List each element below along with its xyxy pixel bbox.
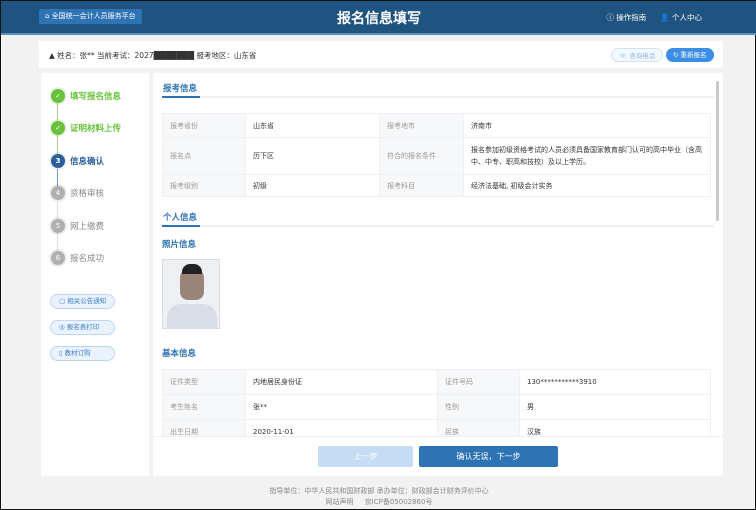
- notice-label: 相关公告通知: [67, 297, 107, 305]
- step-payment: 5 网上缴费: [51, 219, 104, 233]
- personal-info-title: 个人信息: [163, 213, 198, 223]
- cell-label: 报考科目: [379, 174, 464, 197]
- cell-label: 报考级别: [162, 174, 246, 197]
- step-review: 4 资格审核: [51, 186, 104, 200]
- step-number: 3: [51, 154, 65, 168]
- cell-value: 济南市: [463, 113, 711, 138]
- step-label: 填写报名信息: [70, 92, 122, 102]
- cell-value: 张**: [245, 394, 438, 420]
- exam-info-title: 报考信息: [163, 84, 198, 94]
- cell-label: 证件号码: [437, 369, 520, 395]
- step-label: 证明材料上传: [70, 124, 122, 134]
- step-confirm: 3 信息确认: [51, 154, 104, 168]
- table-row: 考生姓名 张** 性别男: [162, 394, 711, 420]
- step-label: 报名成功: [70, 254, 105, 264]
- info-icon: ⓘ: [606, 13, 614, 22]
- cell-label: 考生姓名: [162, 394, 246, 420]
- basic-info-title: 基本信息: [162, 349, 197, 359]
- print-label: 报名表打印: [66, 323, 100, 331]
- candidate-photo: [162, 259, 220, 329]
- step-number: 5: [51, 219, 65, 233]
- cell-value: 历下区: [245, 137, 380, 175]
- step-number: 6: [51, 251, 65, 265]
- basic-info-table: 证件类型 内地居民身份证 证件号码 130***********3910 考生姓名 张*…: [162, 369, 711, 445]
- reregister-button[interactable]: ↻ 重新报名: [666, 48, 714, 62]
- reregister-label: 重新报名: [680, 51, 707, 59]
- scrollbar[interactable]: [716, 81, 719, 221]
- notice-button[interactable]: ▢ 相关公告通知: [50, 294, 115, 309]
- cell-label: 性别: [437, 394, 520, 420]
- cell-label: 符合的报名条件: [379, 137, 464, 175]
- cell-value: 山东省: [245, 113, 380, 138]
- cell-value: 130***********3910: [519, 369, 711, 395]
- cell-value: 报名参加初级资格考试的人员必须具备国家教育部门认可的高中毕业（含高中、中专、职高…: [463, 137, 711, 175]
- check-icon: ✓: [51, 89, 65, 103]
- textbook-label: 教材订购: [64, 349, 91, 357]
- step-label: 信息确认: [70, 157, 105, 167]
- header: ⌂ 全国统一会计人员服务平台 报名信息填写 ⓘ 操作指南 👤 个人中心: [1, 1, 756, 35]
- cell-label: 报名点: [162, 137, 246, 175]
- cell-value: 男: [519, 394, 711, 420]
- step-number: 4: [51, 186, 65, 200]
- table-row: 报考级别 初级 报考科目 经济法基础, 初级会计实务: [162, 174, 711, 197]
- photo-title: 照片信息: [162, 240, 197, 250]
- table-row: 报名点 历下区 符合的报名条件 报名参加初级资格考试的人员必须具备国家教育部门认可的高…: [162, 137, 711, 175]
- statement-link[interactable]: 网站声明: [326, 498, 354, 506]
- consult-label: 咨询电话: [629, 52, 656, 60]
- step-fill-info: ✓ 填写报名信息: [51, 89, 121, 103]
- textbook-button[interactable]: ▯ 教材订购: [50, 346, 115, 361]
- step-upload: ✓ 证明材料上传: [51, 121, 121, 135]
- cell-value: 经济法基础, 初级会计实务: [463, 174, 711, 197]
- cell-value: 初级: [245, 174, 380, 197]
- main-panel: 报考信息 报考省份 山东省 报考地市 济南市 报名点 历下区 符合的报名条件 报名参加初级资…: [153, 73, 723, 476]
- icp-link[interactable]: 京ICP备05002860号: [365, 498, 433, 506]
- user-center-link[interactable]: 👤 个人中心: [660, 12, 702, 23]
- user-center-label: 个人中心: [672, 13, 702, 22]
- prev-step-button[interactable]: 上一步: [318, 446, 413, 467]
- table-row: 证件类型 内地居民身份证 证件号码 130***********3910: [162, 369, 711, 395]
- check-icon: ✓: [51, 121, 65, 135]
- print-button[interactable]: ◎ 报名表打印: [50, 320, 115, 335]
- cell-label: 证件类型: [162, 369, 246, 395]
- step-label: 资格审核: [70, 189, 105, 199]
- info-bar: ▲ 姓名：张** 当前考试：2027███████ 报考地区：山东省 ☏ 咨询电…: [39, 41, 723, 68]
- guide-link[interactable]: ⓘ 操作指南: [606, 12, 646, 23]
- footer-links: 网站声明 京ICP备05002860号: [1, 497, 756, 507]
- user-info: 姓名：张** 当前考试：2027███████ 报考地区：山东省: [57, 51, 257, 60]
- steps-sidebar: ✓ 填写报名信息 ✓ 证明材料上传 3 信息确认 4 资格审核 5 网上缴费 6 报名成功 …: [41, 73, 149, 476]
- step-success: 6 报名成功: [51, 251, 104, 265]
- user-icon: 👤: [660, 13, 670, 22]
- table-row: 报考省份 山东省 报考地市 济南市: [162, 113, 711, 138]
- exam-info-table: 报考省份 山东省 报考地市 济南市 报名点 历下区 符合的报名条件 报名参加初级资格考试的人…: [162, 113, 711, 197]
- confirm-next-button[interactable]: 确认无误，下一步: [419, 446, 558, 467]
- step-label: 网上缴费: [70, 222, 105, 232]
- user-info-text: ▲ 姓名：张** 当前考试：2027███████ 报考地区：山东省: [49, 50, 256, 61]
- cell-value: 内地居民身份证: [245, 369, 438, 395]
- user-icon: ▲: [49, 51, 58, 60]
- footer-sponsors: 指导单位：中华人民共和国财政部 承办单位：财政部会计财务评价中心: [269, 487, 489, 495]
- guide-label: 操作指南: [616, 13, 647, 22]
- consult-phone-button[interactable]: ☏ 咨询电话: [611, 48, 664, 62]
- cell-label: 报考省份: [162, 113, 246, 138]
- cell-label: 报考地市: [379, 113, 464, 138]
